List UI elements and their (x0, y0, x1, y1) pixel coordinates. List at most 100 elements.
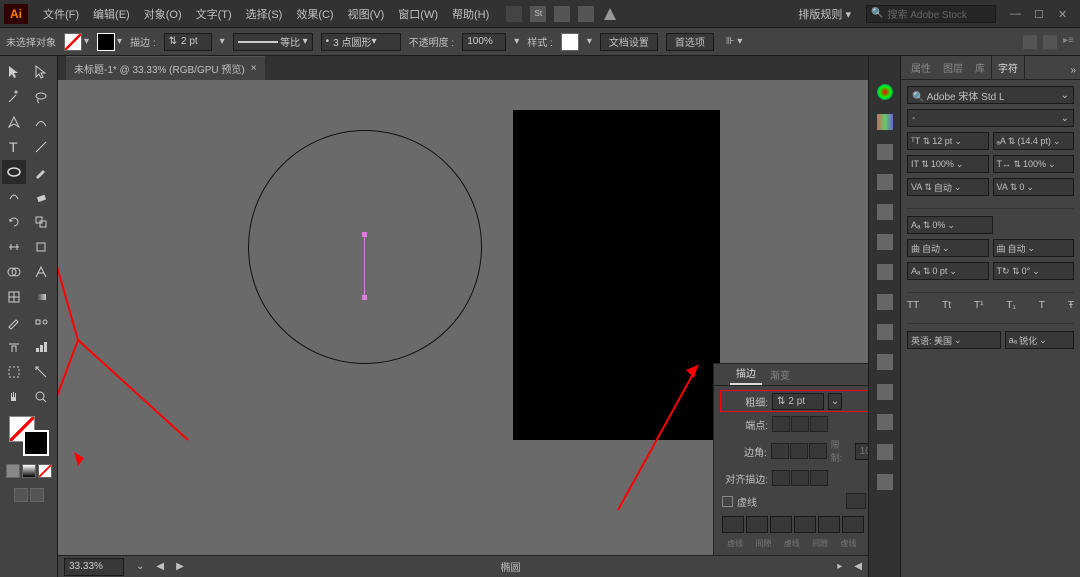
opt-extra2-icon[interactable] (1043, 35, 1057, 49)
opt-extra1-icon[interactable] (1023, 35, 1037, 49)
menu-select[interactable]: 选择(S) (239, 3, 290, 25)
screen-mode[interactable] (14, 488, 28, 502)
close-tab-icon[interactable]: × (251, 63, 257, 74)
leading-input[interactable]: ₐA ⇅ (14.4 pt) ⌄ (993, 132, 1075, 150)
fill-stroke-control[interactable] (9, 416, 49, 456)
cloud-icon[interactable] (602, 6, 618, 22)
menu-edit[interactable]: 编辑(E) (86, 3, 137, 25)
search-input[interactable]: 🔍 搜索 Adobe Stock (866, 5, 996, 23)
close-button[interactable]: ✕ (1058, 8, 1070, 20)
font-size-input[interactable]: ᵀT ⇅ 12 pt ⌄ (907, 132, 989, 150)
arrange-icon[interactable] (554, 6, 570, 22)
gradient-panel-icon[interactable] (877, 264, 893, 280)
selected-path[interactable] (364, 235, 365, 297)
align-outside[interactable] (810, 470, 828, 486)
font-family-select[interactable]: 🔍 Adobe 宋体 Std L⌄ (907, 86, 1074, 104)
prefs-button[interactable]: 首选项 (666, 33, 714, 51)
antialias-select[interactable]: aₐ 锐化 ⌄ (1005, 331, 1074, 349)
graph-tool[interactable] (29, 335, 53, 359)
caps-small-icon[interactable]: Tt (942, 300, 951, 311)
line-tool[interactable] (29, 135, 53, 159)
underline-icon[interactable]: T (1039, 300, 1045, 311)
dash-opt1[interactable] (846, 493, 866, 509)
transparency-icon[interactable] (877, 294, 893, 310)
shaper-tool[interactable] (2, 185, 26, 209)
char-rotate-input[interactable]: T↻ ⇅ 0° ⌄ (993, 262, 1075, 280)
ellipse-shape[interactable] (248, 130, 482, 364)
direct-selection-tool[interactable] (29, 60, 53, 84)
kerning-input[interactable]: VA ⇅ 自动 ⌄ (907, 178, 989, 196)
stroke-swatch[interactable] (97, 33, 115, 51)
aki2-input[interactable]: 曲 自动 ⌄ (993, 239, 1075, 257)
font-style-select[interactable]: -⌄ (907, 109, 1074, 127)
none-mode[interactable] (38, 464, 52, 478)
limit-input[interactable]: 10 x (855, 443, 868, 460)
join-round[interactable] (790, 443, 808, 459)
menu-help[interactable]: 帮助(H) (445, 3, 496, 25)
hand-tool[interactable] (2, 385, 26, 409)
gradient-tool[interactable] (29, 285, 53, 309)
scale-tool[interactable] (29, 210, 53, 234)
minimize-button[interactable]: — (1010, 8, 1022, 20)
slice-tool[interactable] (29, 360, 53, 384)
align-center[interactable] (772, 470, 790, 486)
weight-input[interactable]: ⇅ 2 pt (772, 393, 824, 410)
color-mode[interactable] (6, 464, 20, 478)
panel-tab-layers[interactable]: 图层 (937, 56, 969, 79)
panel-tab-properties[interactable]: 属性 (905, 56, 937, 79)
align-inside[interactable] (791, 470, 809, 486)
layers-icon[interactable] (877, 384, 893, 400)
libraries-icon[interactable] (877, 474, 893, 490)
screen-mode-2[interactable] (30, 488, 44, 502)
appearance-icon[interactable] (877, 324, 893, 340)
lasso-tool[interactable] (29, 85, 53, 109)
free-transform-tool[interactable] (29, 235, 53, 259)
artboard-tool[interactable] (2, 360, 26, 384)
shape-builder-tool[interactable] (2, 260, 26, 284)
menu-object[interactable]: 对象(O) (137, 3, 189, 25)
perspective-tool[interactable] (29, 260, 53, 284)
stroke-weight-input[interactable]: ⇅ 2 pt (164, 33, 212, 51)
strikethrough-icon[interactable]: Ŧ (1068, 300, 1074, 311)
menu-view[interactable]: 视图(V) (341, 3, 392, 25)
join-miter[interactable] (771, 443, 789, 459)
menu-type[interactable]: 文字(T) (189, 3, 239, 25)
align-icon[interactable]: ⊪ ▾ (726, 36, 743, 47)
curvature-tool[interactable] (29, 110, 53, 134)
document-tab[interactable]: 未标题-1* @ 33.33% (RGB/GPU 预览)× (66, 56, 265, 80)
symbols-icon[interactable] (877, 204, 893, 220)
nav-next-icon[interactable]: ▶ (176, 561, 184, 572)
color-guide-icon[interactable] (877, 114, 893, 130)
zoom-tool[interactable] (29, 385, 53, 409)
ellipse-tool[interactable] (2, 160, 26, 184)
panel-collapse-icon[interactable]: » (1066, 62, 1080, 79)
aki-input[interactable]: 曲 自动 ⌄ (907, 239, 989, 257)
caps-all-icon[interactable]: TT (907, 300, 919, 311)
magic-wand-tool[interactable] (2, 85, 26, 109)
rotate-tool[interactable] (2, 210, 26, 234)
subscript-icon[interactable]: T₁ (1006, 300, 1015, 311)
baseline-pt-input[interactable]: Aₐ ⇅ 0 pt ⌄ (907, 262, 989, 280)
panel-tab-character[interactable]: 字符 (991, 55, 1025, 79)
canvas[interactable]: 描边 渐变 » ≡ 粗细: ⇅ 2 pt ⌄ 端点: (58, 80, 868, 555)
cap-round[interactable] (791, 416, 809, 432)
graphic-styles-icon[interactable] (877, 354, 893, 370)
mesh-tool[interactable] (2, 285, 26, 309)
stroke-profile[interactable]: 等比 ▾ (233, 33, 313, 51)
pen-tool[interactable] (2, 110, 26, 134)
join-bevel[interactable] (809, 443, 827, 459)
menu-file[interactable]: 文件(F) (36, 3, 86, 25)
stroke-panel-icon[interactable] (877, 234, 893, 250)
baseline-shift-input[interactable]: Aₐ ⇅ 0% ⌄ (907, 216, 993, 234)
dash-checkbox[interactable] (722, 496, 733, 507)
brush-def[interactable]: • 3 点圆形 ▾ (321, 33, 401, 51)
selection-tool[interactable] (2, 60, 26, 84)
symbol-sprayer-tool[interactable] (2, 335, 26, 359)
opacity-input[interactable]: 100% (462, 33, 506, 51)
panel-tab-libraries[interactable]: 库 (969, 56, 991, 79)
nav-prev-icon[interactable]: ◀ (156, 561, 164, 572)
maximize-button[interactable]: ☐ (1034, 8, 1046, 20)
type-tool[interactable]: T (2, 135, 26, 159)
stroke-tab[interactable]: 描边 (730, 362, 762, 385)
weight-dropdown[interactable]: ⌄ (828, 393, 842, 410)
